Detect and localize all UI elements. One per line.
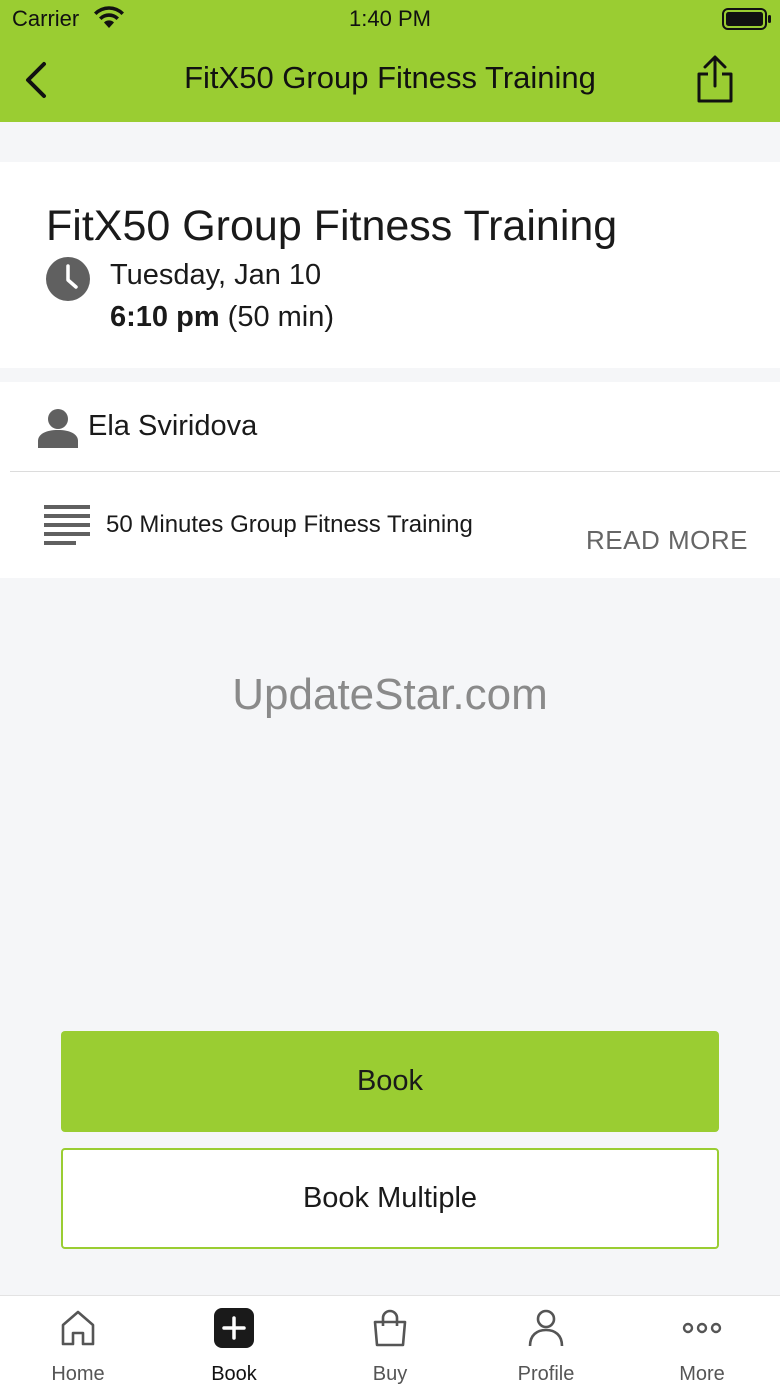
book-button[interactable]: Book	[61, 1031, 719, 1132]
read-more-link[interactable]: READ MORE	[586, 525, 748, 556]
tab-book-label: Book	[211, 1363, 257, 1385]
instructor-name: Ela Sviridova	[88, 410, 258, 442]
home-icon	[61, 1310, 95, 1346]
tab-more-label: More	[679, 1363, 725, 1385]
battery-icon	[722, 8, 771, 30]
watermark: UpdateStar.com	[232, 670, 548, 719]
tab-home[interactable]: Home	[0, 1296, 156, 1387]
clock-icon	[46, 257, 90, 301]
tab-profile-label: Profile	[517, 1363, 575, 1385]
description-icon	[44, 505, 90, 545]
class-duration: (50 min)	[219, 301, 335, 333]
tab-book[interactable]: Book	[156, 1296, 312, 1387]
tab-home-label: Home	[51, 1363, 105, 1385]
plus-icon	[214, 1308, 254, 1348]
profile-icon	[528, 1309, 564, 1347]
class-start-time: 6:10 pm	[110, 301, 220, 333]
share-icon[interactable]	[694, 54, 736, 104]
class-header-card: FitX50 Group Fitness Training Tuesday, J…	[0, 162, 780, 368]
status-time: 1:40 PM	[349, 6, 431, 31]
person-icon	[38, 409, 78, 448]
class-date: Tuesday, Jan 10	[110, 259, 322, 291]
top-bar: Carrier 1:40 PM FitX50 Group Fitness Tra…	[0, 0, 780, 122]
class-details-card: Ela Sviridova 50 Minutes Group Fitness T…	[0, 382, 780, 578]
tab-bar: Home Book Buy Profile More	[0, 1295, 780, 1387]
class-title: FitX50 Group Fitness Training	[46, 202, 618, 250]
book-multiple-button[interactable]: Book Multiple	[61, 1148, 719, 1249]
navigation-bar: FitX50 Group Fitness Training	[0, 36, 780, 122]
more-icon	[682, 1322, 722, 1334]
tab-more[interactable]: More	[624, 1296, 780, 1387]
shopping-bag-icon	[373, 1309, 407, 1347]
tab-buy-label: Buy	[372, 1363, 408, 1385]
nav-title: FitX50 Group Fitness Training	[184, 60, 596, 95]
status-bar: Carrier 1:40 PM	[0, 0, 780, 36]
instructor-row[interactable]: Ela Sviridova	[10, 382, 780, 472]
description-text: 50 Minutes Group Fitness Training	[106, 511, 473, 538]
tab-profile[interactable]: Profile	[468, 1296, 624, 1387]
description-row: 50 Minutes Group Fitness Training READ M…	[0, 473, 780, 578]
tab-buy[interactable]: Buy	[312, 1296, 468, 1387]
class-time: 6:10 pm (50 min)	[110, 301, 334, 334]
